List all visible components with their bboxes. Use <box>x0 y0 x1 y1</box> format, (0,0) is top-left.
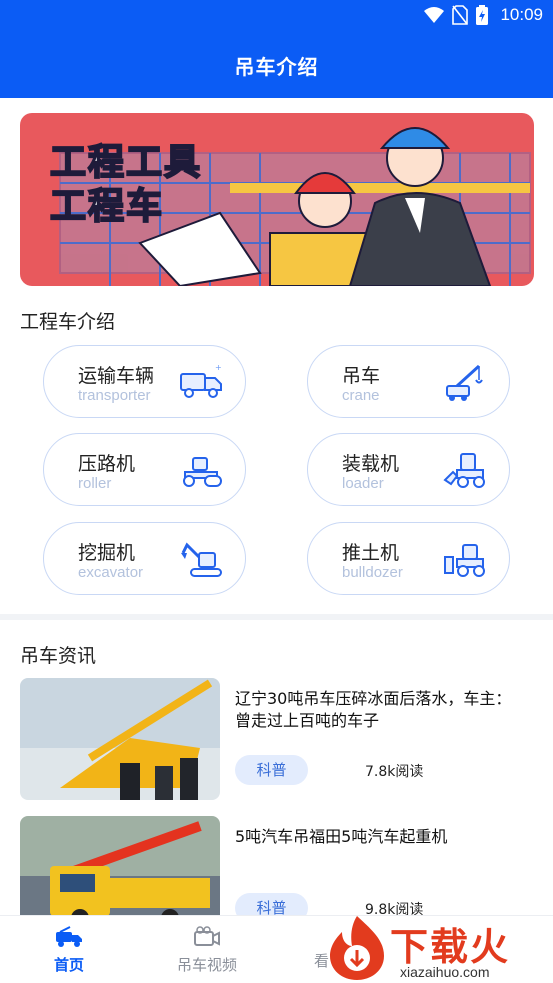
category-card-bulldozer[interactable]: 推土机 bulldozer <box>307 522 510 595</box>
no-sim-icon <box>452 5 469 25</box>
bulldozer-icon <box>444 544 485 577</box>
category-card-loader[interactable]: 装载机 loader <box>307 433 510 506</box>
nav-home-label: 首页 <box>53 956 84 974</box>
svg-text:+: + <box>215 363 222 372</box>
banner-title-line-2: 工程车 <box>49 185 165 228</box>
category-label: 吊车 <box>342 365 381 387</box>
battery-icon <box>476 5 489 25</box>
section-divider <box>0 614 553 620</box>
roller-icon <box>183 457 222 487</box>
status-time: 10:09 <box>500 5 543 24</box>
category-sublabel: transporter <box>78 387 151 404</box>
news-headline: 辽宁30吨吊车压碎冰面后落水，车主：曾走过上百吨的车子 <box>235 689 512 730</box>
nav-crane-video[interactable]: 吊车视频 <box>162 926 252 975</box>
status-bar: 10:09 <box>0 0 553 32</box>
home-truck-icon <box>56 926 82 947</box>
category-sublabel: crane <box>342 387 380 404</box>
category-label: 推土机 <box>342 542 400 564</box>
category-sublabel: roller <box>78 475 112 492</box>
excavator-icon <box>181 542 222 577</box>
watermark-brand: 下载火 <box>390 925 511 969</box>
banner[interactable]: 工程工具 工程车 <box>20 113 534 286</box>
categories-section-title: 工程车介绍 <box>20 311 116 333</box>
category-sublabel: bulldozer <box>342 564 403 581</box>
news-headline: 5吨汽车吊福田5吨汽车起重机 <box>235 827 448 846</box>
news-section-title: 吊车资讯 <box>20 645 97 667</box>
category-card-excavator[interactable]: 挖掘机 excavator <box>43 522 246 595</box>
category-sublabel: excavator <box>78 564 144 581</box>
category-label: 挖掘机 <box>78 542 136 564</box>
category-card-roller[interactable]: 压路机 roller <box>43 433 246 506</box>
video-camera-icon <box>194 926 220 946</box>
news-item[interactable]: 辽宁30吨吊车压碎冰面后落水，车主：曾走过上百吨的车子 科普 7.8k阅读 <box>20 678 533 802</box>
category-label: 装载机 <box>342 453 400 475</box>
news-tag[interactable]: 科普 <box>235 755 308 785</box>
app-bar: 吊车介绍 <box>0 32 553 98</box>
banner-title-line-1: 工程工具 <box>49 141 203 184</box>
loader-icon <box>443 453 485 488</box>
category-sublabel: loader <box>342 475 384 492</box>
nav-home[interactable]: 首页 <box>24 926 114 975</box>
crane-icon <box>446 364 483 401</box>
flame-logo-icon <box>330 916 384 980</box>
wifi-icon <box>424 7 445 23</box>
nav-video-label: 吊车视频 <box>176 956 237 974</box>
page-title: 吊车介绍 <box>234 54 319 79</box>
category-card-transporter[interactable]: 运输车辆 transporter + <box>43 345 246 418</box>
news-read-count: 7.8k阅读 <box>365 764 424 780</box>
category-label: 压路机 <box>78 453 136 475</box>
banner-title: 工程工具 工程车 <box>49 141 260 229</box>
status-icons: 10:09 <box>424 5 543 25</box>
watermark-url: xiazaihuo.com <box>400 964 490 980</box>
category-card-crane[interactable]: 吊车 crane <box>307 345 510 418</box>
category-label: 运输车辆 <box>78 365 155 387</box>
news-thumbnail <box>20 678 220 800</box>
watermark: 下载火 xiazaihuo.com <box>322 912 553 983</box>
transporter-icon: + <box>180 363 222 398</box>
